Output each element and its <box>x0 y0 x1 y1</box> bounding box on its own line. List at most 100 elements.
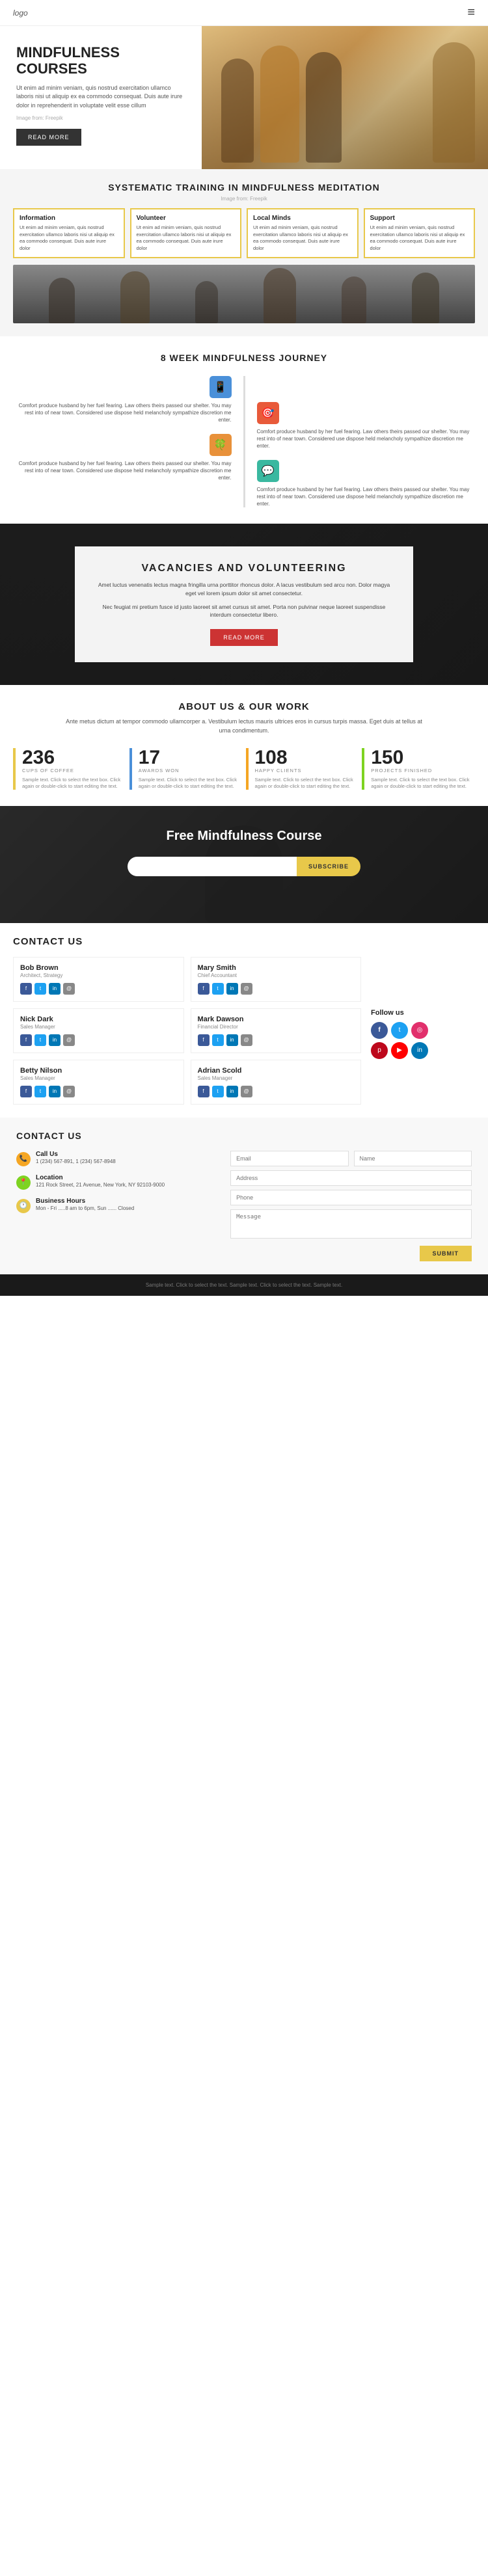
contact-icon-in-6[interactable]: in <box>226 1086 238 1097</box>
free-course-email-input[interactable] <box>128 857 297 876</box>
social-twitter-icon[interactable]: t <box>391 1022 408 1039</box>
hours-value: Mon - Fri .....8 am to 6pm, Sun ...... C… <box>36 1205 134 1212</box>
journey-text-right-1: Comfort produce husband by her fuel fear… <box>257 428 476 450</box>
contact-icon-tw-1[interactable]: t <box>34 983 46 995</box>
contact-info-col: 📞 Call Us 1 (234) 567-891, 1 (234) 567-8… <box>16 1151 217 1261</box>
journey-icon-orange: 🍀 <box>210 434 232 456</box>
training-card-body-1: Ut enim ad minim veniam, quis nostrud ex… <box>20 224 118 252</box>
contact-icons-6: f t in @ <box>198 1086 355 1097</box>
training-card-body-3: Ut enim ad minim veniam, quis nostrud ex… <box>253 224 352 252</box>
contact-icon-em-2[interactable]: @ <box>241 983 252 995</box>
training-title: SYSTEMATIC TRAINING IN MINDFULNESS MEDIT… <box>13 182 475 193</box>
contact-icons-5: f t in @ <box>20 1086 177 1097</box>
contact-icon-em-4[interactable]: @ <box>241 1034 252 1046</box>
contacts-layout: Bob Brown Architect, Strategy f t in @ M… <box>13 957 475 1105</box>
contact-icon-tw-4[interactable]: t <box>212 1034 224 1046</box>
vacancies-read-more-button[interactable]: READ MORE <box>210 629 278 646</box>
contact-role-6: Sales Manager <box>198 1075 355 1081</box>
about-body: Ante metus dictum at tempor commodo ulla… <box>65 718 423 735</box>
journey-item-right-2: 💬 Comfort produce husband by her fuel fe… <box>257 460 476 508</box>
hero-read-more-button[interactable]: READ MORE <box>16 129 81 146</box>
contact-name-3: Nick Dark <box>20 1015 177 1023</box>
journey-item-left-1: 📱 Comfort produce husband by her fuel fe… <box>13 376 232 424</box>
contact-icon-in-4[interactable]: in <box>226 1034 238 1046</box>
journey-text-left-2: Comfort produce husband by her fuel fear… <box>13 460 232 482</box>
contact-name-input[interactable] <box>354 1151 472 1166</box>
vacancies-section: VACANCIES AND VOLUNTEERING Amet luctus v… <box>0 524 488 685</box>
stat-number-awards: 17 <box>139 748 243 768</box>
journey-icon-blue: 📱 <box>210 376 232 398</box>
location-value: 121 Rock Street, 21 Avenue, New York, NY… <box>36 1181 165 1188</box>
journey-item-left-2: 🍀 Comfort produce husband by her fuel fe… <box>13 434 232 482</box>
contact-icon-tw-2[interactable]: t <box>212 983 224 995</box>
training-cards: Information Ut enim ad minim veniam, qui… <box>13 208 475 258</box>
social-instagram-icon[interactable]: ◎ <box>411 1022 428 1039</box>
contact-icon-em-3[interactable]: @ <box>63 1034 75 1046</box>
contact-icon-fb-2[interactable]: f <box>198 983 210 995</box>
contact-icon-tw-6[interactable]: t <box>212 1086 224 1097</box>
phone-icon: 📞 <box>16 1152 31 1166</box>
contact-icon-in-2[interactable]: in <box>226 983 238 995</box>
follow-us-col: Follow us f t ◎ p ▶ in <box>371 957 475 1105</box>
location-label: Location <box>36 1174 165 1181</box>
free-course-subscribe-button[interactable]: SUBSCRIBE <box>297 857 360 876</box>
contact-email-input[interactable] <box>230 1151 348 1166</box>
training-card-body-4: Ut enim ad minim veniam, quis nostrud ex… <box>370 224 469 252</box>
stat-label-clients: HAPPY CLIENTS <box>255 768 359 773</box>
navbar: logo ≡ <box>0 0 488 26</box>
contact-icons-4: f t in @ <box>198 1034 355 1046</box>
social-linkedin-icon[interactable]: in <box>411 1042 428 1059</box>
journey-left-col: 📱 Comfort produce husband by her fuel fe… <box>13 376 243 507</box>
contact-icon-fb-6[interactable]: f <box>198 1086 210 1097</box>
logo: logo <box>13 8 28 18</box>
vacancies-content: VACANCIES AND VOLUNTEERING Amet luctus v… <box>0 524 488 685</box>
menu-icon[interactable]: ≡ <box>467 5 475 20</box>
free-course-content: Free Mindfulness Course SUBSCRIBE <box>0 806 488 899</box>
training-section: SYSTEMATIC TRAINING IN MINDFULNESS MEDIT… <box>0 169 488 336</box>
contact-icons-3: f t in @ <box>20 1034 177 1046</box>
contact-icon-fb-3[interactable]: f <box>20 1034 32 1046</box>
contact-icon-in-5[interactable]: in <box>49 1086 61 1097</box>
contact-icon-em-1[interactable]: @ <box>63 983 75 995</box>
hero-text: MINDFULNESS COURSES Ut enim ad minim ven… <box>0 26 202 169</box>
contact-icon-em-6[interactable]: @ <box>241 1086 252 1097</box>
contact-phone-input[interactable] <box>230 1190 472 1205</box>
stat-label-projects: PROJECTS FINISHED <box>371 768 475 773</box>
social-youtube-icon[interactable]: ▶ <box>391 1042 408 1059</box>
contact-name-4: Mark Dawson <box>198 1015 355 1023</box>
contact-card-5: Betty Nilson Sales Manager f t in @ <box>13 1060 184 1105</box>
hours-icon: 🕐 <box>16 1199 31 1213</box>
contact-card-4: Mark Dawson Financial Director f t in @ <box>191 1008 362 1053</box>
stat-number-projects: 150 <box>371 748 475 768</box>
contact-icon-fb-5[interactable]: f <box>20 1086 32 1097</box>
hours-label: Business Hours <box>36 1198 134 1205</box>
contact-icon-fb-4[interactable]: f <box>198 1034 210 1046</box>
social-pinterest-icon[interactable]: p <box>371 1042 388 1059</box>
journey-icon-teal: 💬 <box>257 460 279 482</box>
about-section: ABOUT US & OUR WORK Ante metus dictum at… <box>0 685 488 806</box>
journey-text-right-2: Comfort produce husband by her fuel fear… <box>257 486 476 508</box>
contact-address-input[interactable] <box>230 1170 472 1186</box>
stat-awards: 17 AWARDS WON Sample text. Click to sele… <box>129 748 243 790</box>
training-image-credit: Image from: Freepik <box>13 196 475 202</box>
hero-body: Ut enim ad minim veniam, quis nostrud ex… <box>16 84 185 111</box>
contact-icon-fb-1[interactable]: f <box>20 983 32 995</box>
social-facebook-icon[interactable]: f <box>371 1022 388 1039</box>
stat-number-clients: 108 <box>255 748 359 768</box>
hero-section: MINDFULNESS COURSES Ut enim ad minim ven… <box>0 26 488 169</box>
contact-icon-tw-5[interactable]: t <box>34 1086 46 1097</box>
stat-coffee: 236 CUPS OF COFFEE Sample text. Click to… <box>13 748 126 790</box>
contact-role-4: Financial Director <box>198 1024 355 1030</box>
hero-credit: Image from: Freepik <box>16 115 185 121</box>
contact-submit-button[interactable]: SUBMIT <box>420 1246 472 1261</box>
stat-label-awards: AWARDS WON <box>139 768 243 773</box>
contact-icon-em-5[interactable]: @ <box>63 1086 75 1097</box>
journey-title: 8 WEEK MINDFULNESS JOURNEY <box>13 353 475 363</box>
contact-icon-tw-3[interactable]: t <box>34 1034 46 1046</box>
contact-icon-in-1[interactable]: in <box>49 983 61 995</box>
contact-message-textarea[interactable] <box>230 1209 472 1239</box>
contact-card-6: Adrian Scold Sales Manager f t in @ <box>191 1060 362 1105</box>
stat-desc-projects: Sample text. Click to select the text bo… <box>371 777 475 790</box>
location-info: 📍 Location 121 Rock Street, 21 Avenue, N… <box>16 1174 217 1190</box>
contact-icon-in-3[interactable]: in <box>49 1034 61 1046</box>
